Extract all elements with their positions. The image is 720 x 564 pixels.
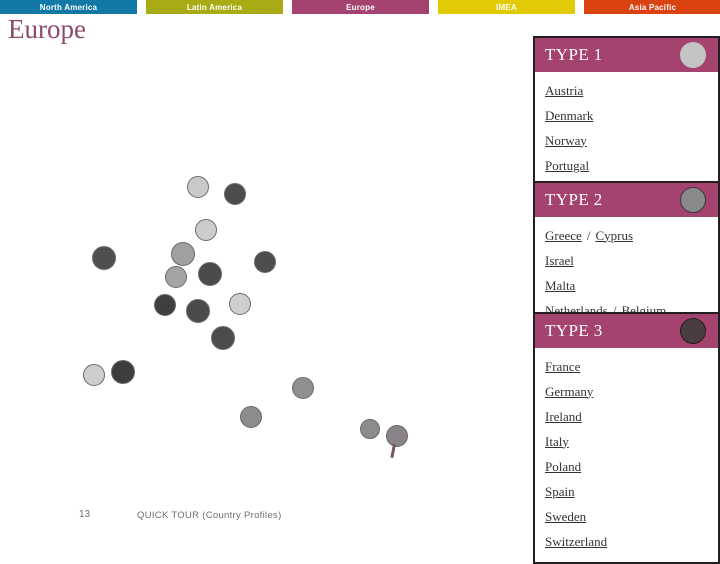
region-tab-asia-pacific[interactable]: Asia Pacific: [584, 0, 720, 14]
country-row: Israel: [535, 248, 718, 273]
region-tab-north-america[interactable]: North America: [0, 0, 137, 14]
region-tab-label: Europe: [346, 2, 375, 12]
region-tab-strip: North America Latin America Europe IMEA Asia…: [0, 0, 720, 14]
region-tab-label: IMEA: [496, 2, 517, 12]
tab-separator: [283, 0, 292, 14]
country-link[interactable]: Denmark: [545, 108, 593, 124]
tab-separator: [429, 0, 438, 14]
country-link[interactable]: Malta: [545, 278, 575, 294]
country-row: Greece / Cyprus: [535, 223, 718, 248]
type-panel-body: France Germany Ireland Italy Poland Spain Swed…: [535, 348, 718, 562]
map-country-marker[interactable]: [229, 293, 251, 315]
country-row: Germany: [535, 379, 718, 404]
map-country-marker[interactable]: [211, 326, 235, 350]
region-tab-label: Asia Pacific: [628, 2, 677, 12]
map-country-marker[interactable]: [386, 425, 408, 447]
type-panel-body: Austria Denmark Norway Portugal: [535, 72, 718, 186]
type-swatch-circle-icon: [680, 187, 706, 213]
country-link[interactable]: Switzerland: [545, 534, 607, 550]
country-row: Sweden: [535, 504, 718, 529]
country-link[interactable]: Ireland: [545, 409, 582, 425]
type-panel-title: TYPE 3: [545, 321, 603, 340]
footer-page-number: 13: [79, 509, 91, 520]
country-separator: /: [586, 227, 591, 243]
type-panel-header: TYPE 3: [535, 314, 718, 348]
map-country-marker[interactable]: [198, 262, 222, 286]
country-row: Norway: [535, 128, 718, 153]
country-link[interactable]: Cyprus: [595, 228, 633, 244]
map-country-marker[interactable]: [195, 219, 217, 241]
map-country-marker[interactable]: [171, 242, 195, 266]
region-tab-label: Latin America: [186, 2, 243, 12]
type-panel-3: TYPE 3 France Germany Ireland Italy Poland Spa…: [533, 312, 720, 564]
map-white-block: [195, 398, 232, 480]
tab-separator: [575, 0, 584, 14]
country-link[interactable]: Israel: [545, 253, 574, 269]
map-country-marker[interactable]: [254, 251, 276, 273]
country-row: Italy: [535, 429, 718, 454]
type-swatch-circle-icon: [680, 42, 706, 68]
type-swatch-circle-icon: [680, 318, 706, 344]
europe-map-canvas: [0, 14, 530, 540]
map-country-marker[interactable]: [111, 360, 135, 384]
map-country-marker[interactable]: [92, 246, 116, 270]
country-link[interactable]: Norway: [545, 133, 587, 149]
type-panel-header: TYPE 2: [535, 183, 718, 217]
region-tab-latin-america[interactable]: Latin America: [146, 0, 283, 14]
map-country-marker[interactable]: [224, 183, 246, 205]
country-link[interactable]: France: [545, 359, 580, 375]
country-link[interactable]: Sweden: [545, 509, 586, 525]
type-panel-1: TYPE 1 Austria Denmark Norway Portugal: [533, 36, 720, 188]
map-country-marker[interactable]: [83, 364, 105, 386]
type-panel-title: TYPE 2: [545, 190, 603, 209]
country-link[interactable]: Poland: [545, 459, 581, 475]
country-row: Austria: [535, 78, 718, 103]
map-country-marker[interactable]: [240, 406, 262, 428]
region-tab-europe[interactable]: Europe: [292, 0, 429, 14]
tab-separator: [137, 0, 146, 14]
map-country-marker[interactable]: [154, 294, 176, 316]
country-row: Denmark: [535, 103, 718, 128]
type-panel-2: TYPE 2 Greece / Cyprus Israel Malta Netherland…: [533, 181, 720, 333]
country-row: Malta: [535, 273, 718, 298]
map-country-marker[interactable]: [292, 377, 314, 399]
country-row: Poland: [535, 454, 718, 479]
map-country-marker[interactable]: [187, 176, 209, 198]
region-tab-imea[interactable]: IMEA: [438, 0, 575, 14]
region-tab-label: North America: [39, 2, 98, 12]
country-link[interactable]: Greece: [545, 228, 582, 244]
type-panel-header: TYPE 1: [535, 38, 718, 72]
country-row: Ireland: [535, 404, 718, 429]
country-row: Switzerland: [535, 529, 718, 554]
country-link[interactable]: Austria: [545, 83, 583, 99]
country-link[interactable]: Germany: [545, 384, 593, 400]
map-country-marker[interactable]: [360, 419, 380, 439]
country-link[interactable]: Portugal: [545, 158, 589, 174]
map-country-marker[interactable]: [186, 299, 210, 323]
country-row: France: [535, 354, 718, 379]
country-link[interactable]: Spain: [545, 484, 575, 500]
type-panel-title: TYPE 1: [545, 45, 603, 64]
footer-caption: QUICK TOUR (Country Profiles): [137, 510, 282, 521]
map-country-marker[interactable]: [165, 266, 187, 288]
country-row: Portugal: [535, 153, 718, 178]
country-link[interactable]: Italy: [545, 434, 569, 450]
country-row: Spain: [535, 479, 718, 504]
